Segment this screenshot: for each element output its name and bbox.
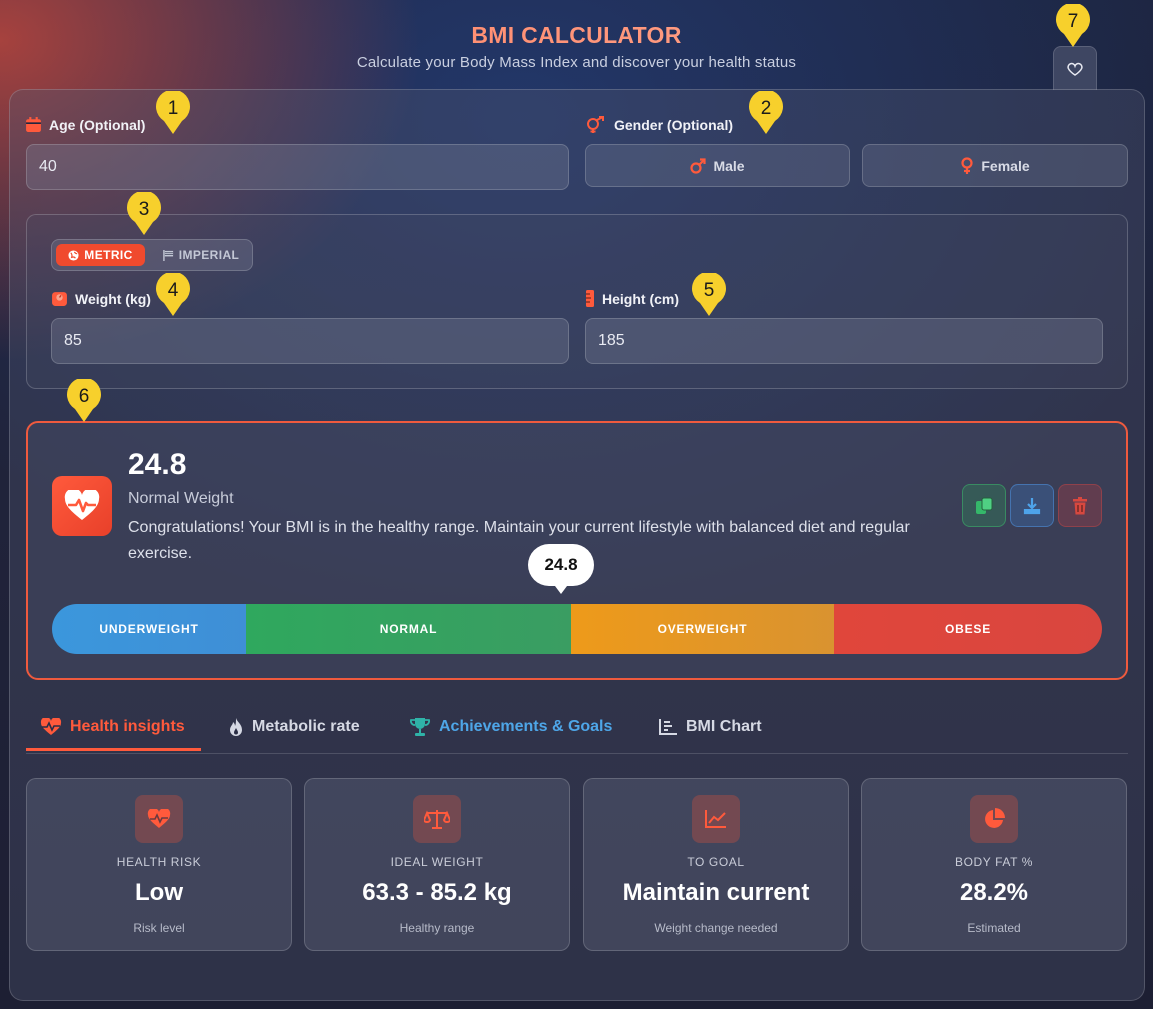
metric-label: METRIC — [84, 248, 133, 262]
weight-label: Weight (kg) — [51, 290, 151, 307]
ruler-icon — [586, 290, 594, 307]
annotation-marker-4-label: 4 — [167, 280, 179, 301]
delete-button[interactable] — [1058, 484, 1102, 527]
calendar-icon — [26, 117, 41, 132]
card-value: 63.3 - 85.2 kg — [362, 879, 512, 906]
app-header: BMI CALCULATOR Calculate your Body Mass … — [0, 22, 1153, 71]
scale-icon — [52, 292, 67, 306]
card-subtitle: Estimated — [967, 921, 1021, 935]
globe-icon — [68, 249, 79, 261]
gender-label: Gender (Optional) — [585, 116, 733, 134]
annotation-marker-5-label: 5 — [703, 280, 715, 301]
bmi-scale: UNDERWEIGHT NORMAL OVERWEIGHT OBESE — [52, 604, 1102, 654]
height-input[interactable]: 185 — [585, 318, 1103, 364]
annotation-marker-6-label: 6 — [78, 386, 90, 407]
heartbeat-icon — [52, 476, 112, 536]
trophy-icon — [410, 718, 430, 736]
to-goal-card: TO GOAL Maintain current Weight change n… — [583, 778, 849, 951]
age-label-text: Age (Optional) — [49, 116, 146, 133]
card-title: IDEAL WEIGHT — [390, 855, 484, 869]
weight-label-text: Weight (kg) — [75, 290, 151, 307]
scale-normal: NORMAL — [246, 604, 571, 654]
height-label-text: Height (cm) — [602, 290, 679, 307]
card-title: HEALTH RISK — [116, 855, 202, 869]
male-icon — [690, 157, 707, 174]
card-value: 28.2% — [959, 879, 1029, 906]
copy-button[interactable] — [962, 484, 1006, 527]
tab-achievements-goals[interactable]: Achievements & Goals — [409, 704, 612, 750]
heartbeat-icon — [40, 718, 62, 735]
annotation-marker-7: 7 — [1055, 2, 1091, 48]
imperial-label: IMPERIAL — [178, 248, 240, 262]
annotation-marker-2-label: 2 — [760, 98, 772, 119]
insights-tabs: Health insights Metabolic rate Achieveme… — [26, 704, 1128, 754]
imperial-button[interactable]: IMPERIAL — [153, 244, 249, 266]
tab-health-insights[interactable]: Health insights — [40, 704, 185, 750]
balance-scale-icon — [413, 795, 461, 843]
card-subtitle: Risk level — [133, 921, 185, 935]
annotation-marker-6: 6 — [66, 377, 102, 423]
card-value: Low — [135, 879, 183, 906]
gender-female-button[interactable]: Female — [862, 144, 1128, 187]
weight-input[interactable]: 85 — [51, 318, 569, 364]
annotation-marker-4: 4 — [155, 271, 191, 317]
gender-icon — [587, 116, 604, 133]
bmi-category: Normal Weight — [128, 490, 234, 507]
gender-male-label: Male — [713, 157, 745, 174]
bar-chart-icon — [659, 719, 677, 735]
female-icon — [961, 156, 973, 174]
tab-metabolic-rate[interactable]: Metabolic rate — [228, 704, 360, 750]
gender-male-button[interactable]: Male — [585, 144, 850, 187]
copy-icon — [976, 497, 993, 514]
card-subtitle: Weight change needed — [654, 921, 778, 935]
pie-chart-icon — [970, 795, 1018, 843]
tab-bmi-chart-label: BMI Chart — [686, 718, 762, 735]
tab-achievements-goals-label: Achievements & Goals — [439, 718, 613, 735]
annotation-marker-3: 3 — [126, 190, 162, 236]
card-value: Maintain current — [622, 879, 810, 906]
scale-underweight: UNDERWEIGHT — [52, 604, 246, 654]
tab-health-insights-label: Health insights — [70, 718, 185, 735]
annotation-marker-5: 5 — [691, 271, 727, 317]
favorite-button[interactable] — [1053, 46, 1097, 90]
tab-bmi-chart[interactable]: BMI Chart — [658, 704, 762, 750]
gender-female-label: Female — [981, 157, 1030, 174]
active-tab-indicator — [26, 748, 201, 751]
download-icon — [1023, 497, 1041, 514]
trash-icon — [1073, 496, 1087, 514]
annotation-marker-2: 2 — [748, 89, 784, 135]
annotation-marker-3-label: 3 — [138, 199, 150, 220]
scale-overweight: OVERWEIGHT — [571, 604, 834, 654]
annotation-marker-1: 1 — [155, 89, 191, 135]
card-subtitle: Healthy range — [399, 921, 475, 935]
line-chart-icon — [692, 795, 740, 843]
scale-obese: OBESE — [834, 604, 1102, 654]
bmi-value: 24.8 — [128, 448, 187, 481]
age-label: Age (Optional) — [25, 116, 145, 133]
age-input[interactable]: 40 — [26, 144, 569, 190]
gender-label-text: Gender (Optional) — [614, 117, 733, 133]
page-subtitle: Calculate your Body Mass Index and disco… — [356, 54, 797, 71]
health-risk-card: HEALTH RISK Low Risk level — [26, 778, 292, 951]
body-fat-card: BODY FAT % 28.2% Estimated — [861, 778, 1127, 951]
bmi-indicator-bubble: 24.8 — [528, 544, 594, 594]
fire-icon — [230, 718, 242, 736]
tab-metabolic-rate-label: Metabolic rate — [252, 718, 360, 735]
annotation-marker-7-label: 7 — [1067, 11, 1079, 32]
heartbeat-icon — [135, 795, 183, 843]
annotation-marker-1-label: 1 — [167, 98, 179, 119]
height-label: Height (cm) — [585, 290, 679, 307]
card-title: TO GOAL — [687, 855, 745, 869]
page-title: BMI CALCULATOR — [0, 22, 1153, 49]
flag-icon — [162, 249, 173, 261]
download-button[interactable] — [1010, 484, 1054, 527]
ideal-weight-card: IDEAL WEIGHT 63.3 - 85.2 kg Healthy rang… — [304, 778, 570, 951]
heart-outline-icon — [1067, 62, 1083, 76]
metric-button[interactable]: METRIC — [56, 244, 145, 266]
card-title: BODY FAT % — [954, 855, 1034, 869]
